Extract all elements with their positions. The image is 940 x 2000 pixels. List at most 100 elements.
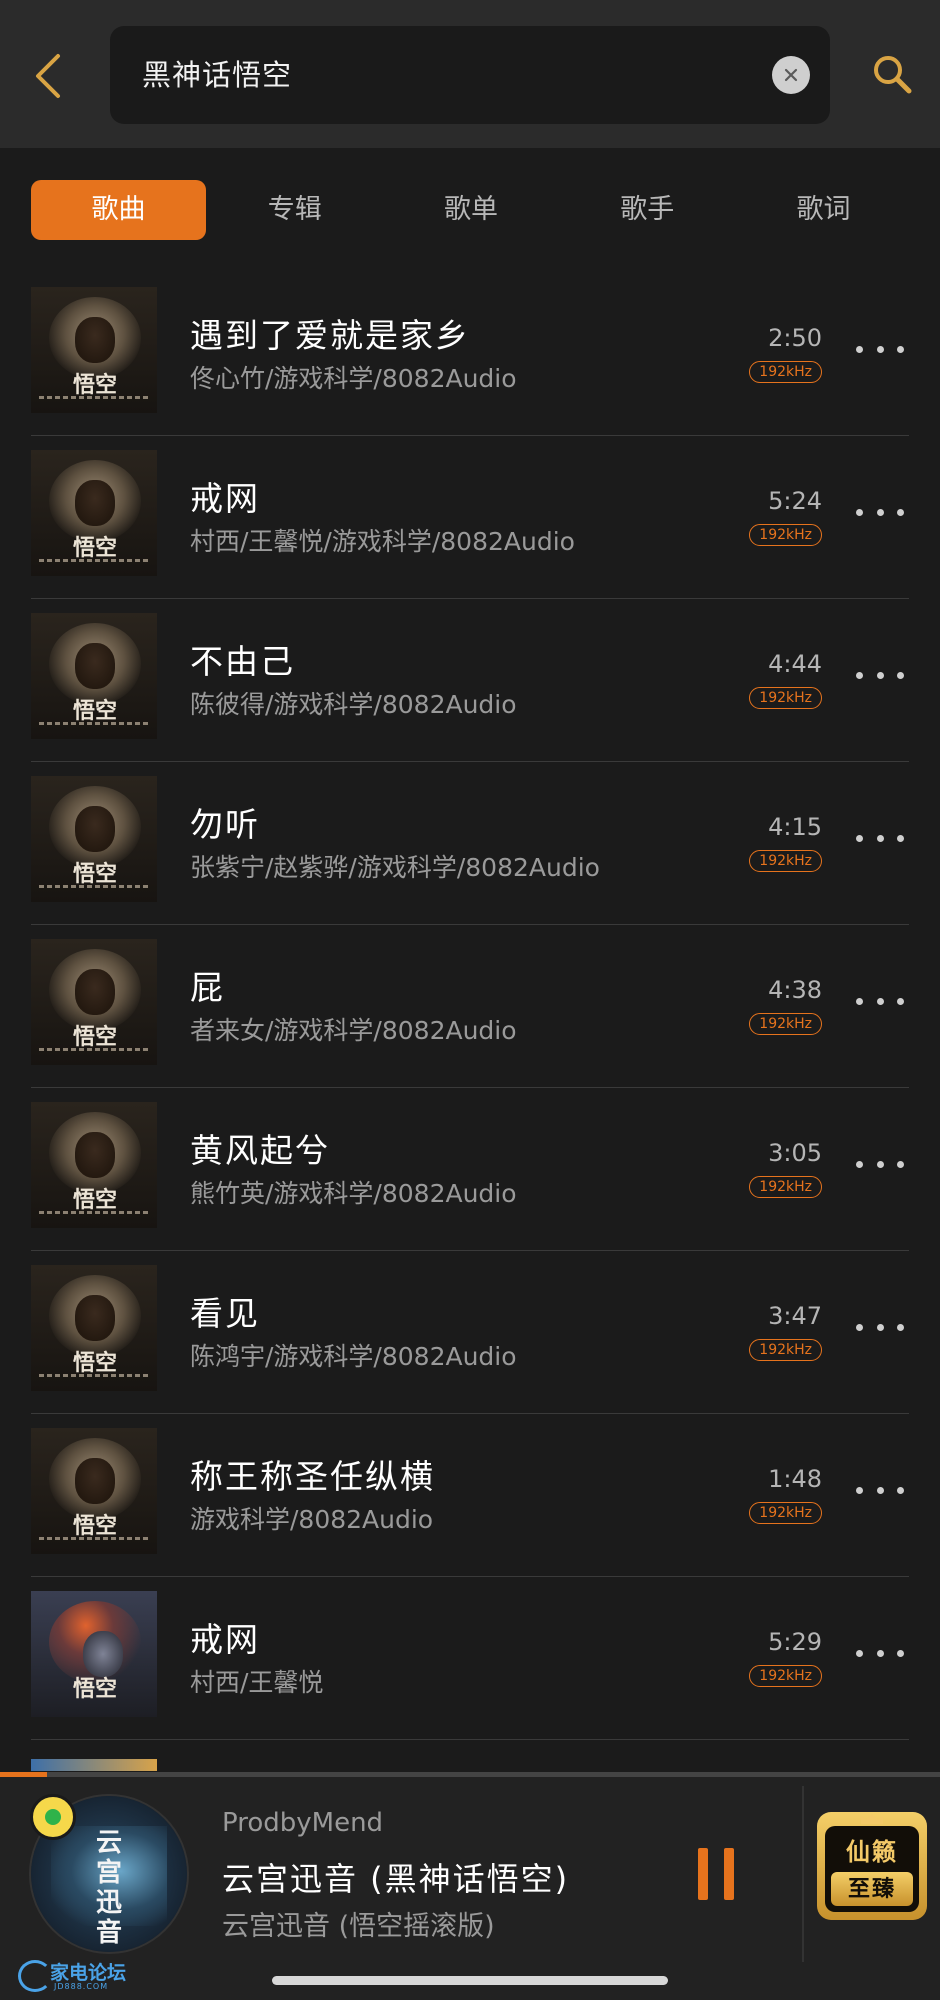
more-horizontal-icon [856, 345, 863, 353]
song-title: 看见 [190, 1294, 260, 1333]
forum-watermark: 家电论坛 JD888.COM [14, 1956, 134, 1992]
album-cover: 悟空 [31, 450, 157, 576]
quality-badge: 192kHz [749, 1665, 822, 1687]
now-playing-album: 云宫迅音 (悟空摇滚版) [222, 1911, 495, 1942]
search-input[interactable]: 黑神话悟空 [110, 26, 830, 124]
more-options-button[interactable] [856, 828, 904, 848]
song-duration: 4:44 [768, 650, 822, 678]
quality-badge: 192kHz [749, 361, 822, 383]
back-button[interactable] [24, 44, 72, 108]
more-horizontal-icon [856, 834, 863, 842]
qq-music-badge-icon [30, 1794, 76, 1840]
song-duration: 5:29 [768, 1628, 822, 1656]
quality-badge: 192kHz [749, 1176, 822, 1198]
more-options-button[interactable] [856, 339, 904, 359]
song-row[interactable]: 悟空 勿听 张紫宁/赵紫骅/游戏科学/8082Audio 4:15 192kHz [0, 762, 940, 925]
quality-badge: 192kHz [749, 1013, 822, 1035]
song-title: 不由己 [190, 642, 295, 681]
quality-badge: 192kHz [749, 1339, 822, 1361]
song-title: 戒网 [190, 479, 260, 518]
home-indicator[interactable] [272, 1976, 668, 1985]
next-album-cover-peek [31, 1759, 157, 1771]
song-duration: 5:24 [768, 487, 822, 515]
song-row[interactable]: 悟空 戒网 村西/王馨悦/游戏科学/8082Audio 5:24 192kHz [0, 436, 940, 599]
song-title: 遇到了爱就是家乡 [190, 316, 470, 355]
quality-badge: 192kHz [749, 524, 822, 546]
song-artist: 者来女/游戏科学/8082Audio [190, 1016, 517, 1045]
album-cover: 悟空 [31, 776, 157, 902]
song-title: 戒网 [190, 1620, 260, 1659]
album-cover: 悟空 [31, 287, 157, 413]
more-horizontal-icon [856, 1486, 863, 1494]
playback-progress-bar[interactable] [0, 1772, 940, 1777]
premium-sound-button[interactable]: 仙籁 至臻 [817, 1812, 927, 1920]
now-playing-title: 云宫迅音 (黑神话悟空) [222, 1860, 570, 1898]
more-horizontal-icon [856, 1323, 863, 1331]
pause-button[interactable] [698, 1848, 734, 1900]
watermark-text: 家电论坛 [50, 1962, 127, 1984]
quality-badge: 192kHz [749, 1502, 822, 1524]
song-artist: 陈彼得/游戏科学/8082Audio [190, 690, 517, 719]
more-options-button[interactable] [856, 991, 904, 1011]
song-row[interactable]: 悟空 看见 陈鸿宇/游戏科学/8082Audio 3:47 192kHz [0, 1251, 940, 1414]
more-options-button[interactable] [856, 1480, 904, 1500]
clear-search-button[interactable] [772, 56, 810, 94]
album-cover: 悟空 [31, 1428, 157, 1554]
more-horizontal-icon [856, 671, 863, 679]
more-options-button[interactable] [856, 1643, 904, 1663]
song-title: 勿听 [190, 805, 260, 844]
song-row[interactable]: 悟空 遇到了爱就是家乡 佟心竹/游戏科学/8082Audio 2:50 192k… [0, 273, 940, 436]
more-horizontal-icon [856, 1160, 863, 1168]
search-button[interactable] [866, 48, 918, 100]
song-artist: 村西/王馨悦 [190, 1668, 324, 1697]
mini-player[interactable]: 云宫迅音 ProdbyMend 云宫迅音 (黑神话悟空) 云宫迅音 (悟空摇滚版… [0, 1772, 940, 2000]
quality-badge: 192kHz [749, 687, 822, 709]
crown-icon [861, 1814, 883, 1824]
song-list: 悟空 遇到了爱就是家乡 佟心竹/游戏科学/8082Audio 2:50 192k… [0, 273, 940, 1740]
song-artist: 张紫宁/赵紫骅/游戏科学/8082Audio [190, 853, 600, 882]
more-horizontal-icon [856, 997, 863, 1005]
premium-label-bottom: 至臻 [831, 1872, 913, 1906]
album-cover: 悟空 [31, 1265, 157, 1391]
tab-songs[interactable]: 歌曲 [31, 180, 206, 240]
quality-badge: 192kHz [749, 850, 822, 872]
song-duration: 3:47 [768, 1302, 822, 1330]
song-artist: 村西/王馨悦/游戏科学/8082Audio [190, 527, 575, 556]
watermark-logo-icon [18, 1960, 52, 1992]
more-options-button[interactable] [856, 1154, 904, 1174]
top-bar: 黑神话悟空 [0, 0, 940, 148]
tab-playlists[interactable]: 歌单 [384, 180, 559, 240]
tab-lyrics[interactable]: 歌词 [736, 180, 911, 240]
tab-artists[interactable]: 歌手 [560, 180, 735, 240]
more-options-button[interactable] [856, 502, 904, 522]
album-cover: 悟空 [31, 613, 157, 739]
song-duration: 4:38 [768, 976, 822, 1004]
close-icon [784, 68, 798, 82]
more-options-button[interactable] [856, 665, 904, 685]
song-artist: 陈鸿宇/游戏科学/8082Audio [190, 1342, 517, 1371]
song-duration: 4:15 [768, 813, 822, 841]
song-duration: 1:48 [768, 1465, 822, 1493]
more-horizontal-icon [856, 1649, 863, 1657]
song-title: 屁 [190, 968, 225, 1007]
premium-label-top: 仙籁 [846, 1837, 898, 1866]
song-row[interactable]: 悟空 戒网 村西/王馨悦 5:29 192kHz [0, 1577, 940, 1740]
song-duration: 2:50 [768, 324, 822, 352]
album-cover: 悟空 [31, 1102, 157, 1228]
search-query-text[interactable]: 黑神话悟空 [142, 26, 292, 124]
song-row[interactable]: 悟空 屁 者来女/游戏科学/8082Audio 4:38 192kHz [0, 925, 940, 1088]
now-playing-uploader: ProdbyMend [222, 1808, 384, 1838]
more-options-button[interactable] [856, 1317, 904, 1337]
song-row[interactable]: 悟空 称王称圣任纵横 游戏科学/8082Audio 1:48 192kHz [0, 1414, 940, 1577]
song-row[interactable]: 悟空 黄风起兮 熊竹英/游戏科学/8082Audio 3:05 192kHz [0, 1088, 940, 1251]
pause-icon [698, 1848, 708, 1900]
search-category-tabs: 歌曲 专辑 歌单 歌手 歌词 [31, 180, 911, 240]
search-icon [874, 56, 912, 94]
song-artist: 游戏科学/8082Audio [190, 1505, 434, 1534]
song-artist: 熊竹英/游戏科学/8082Audio [190, 1179, 517, 1208]
watermark-subtext: JD888.COM [54, 1982, 109, 1991]
song-row[interactable]: 悟空 不由己 陈彼得/游戏科学/8082Audio 4:44 192kHz [0, 599, 940, 762]
playback-progress-fill [0, 1772, 47, 1777]
player-divider [802, 1786, 804, 1962]
tab-albums[interactable]: 专辑 [207, 180, 382, 240]
